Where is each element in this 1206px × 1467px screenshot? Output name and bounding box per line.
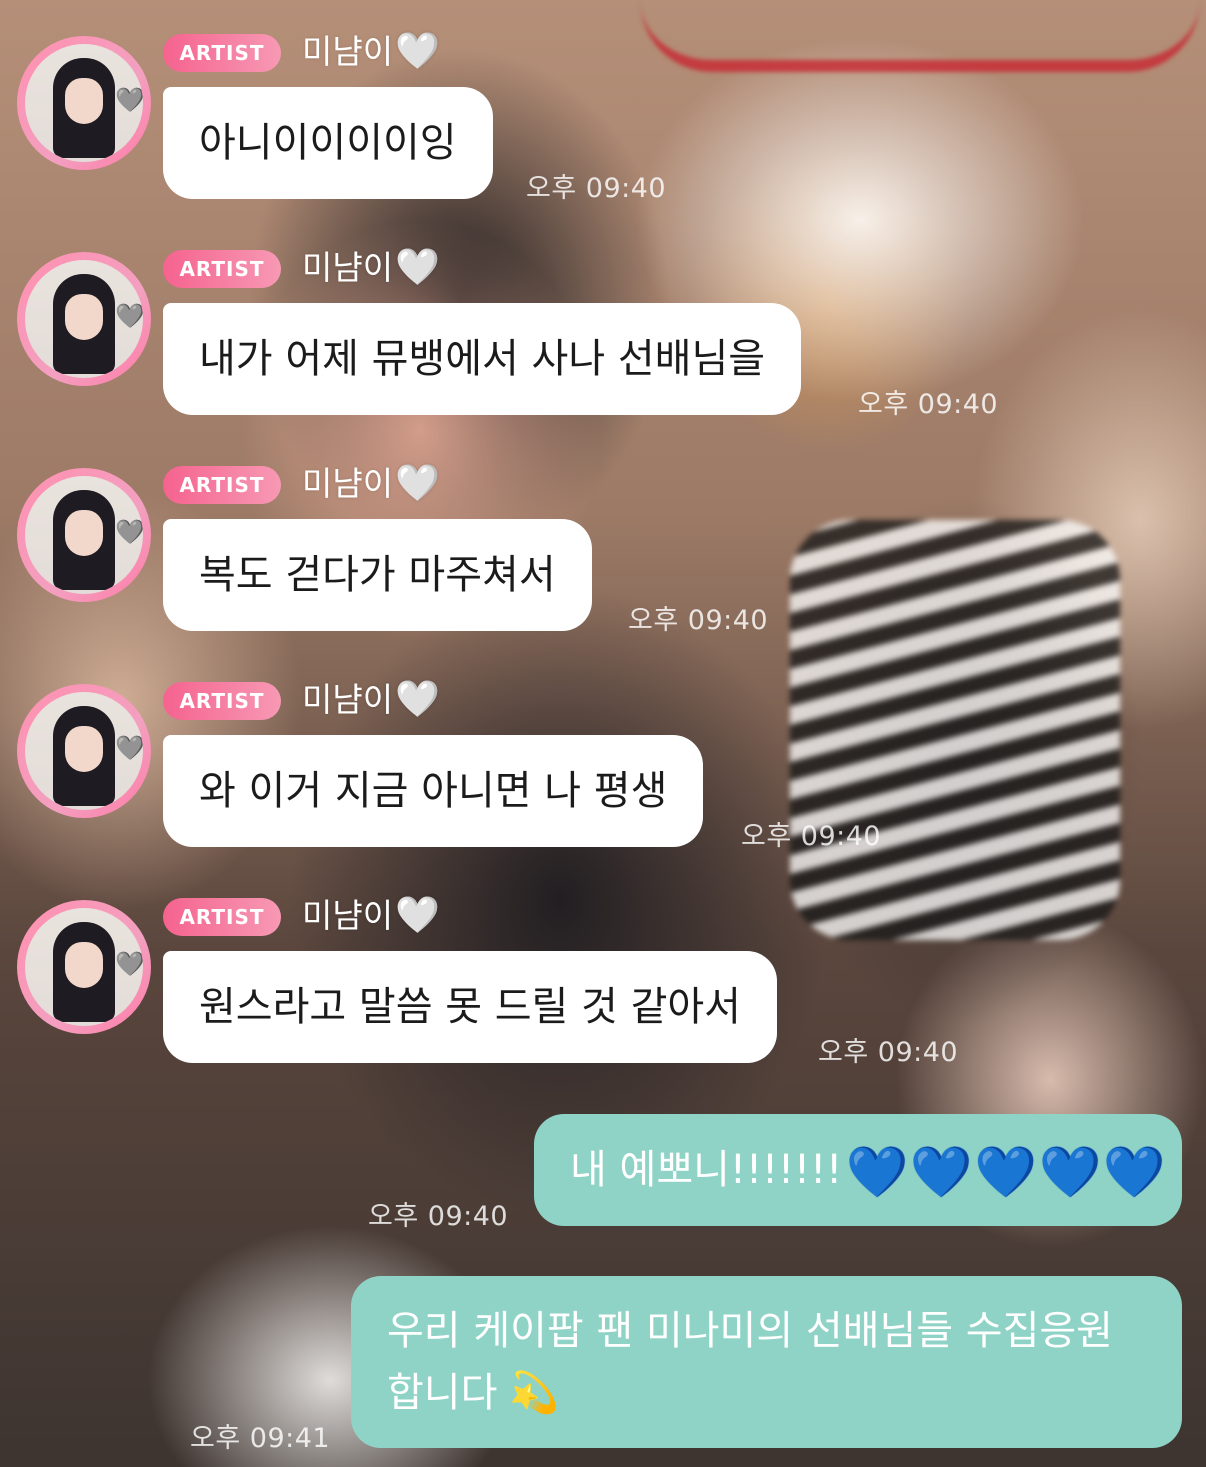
sender-name[interactable]: 미냠이🤍 (302, 244, 440, 292)
avatar-face (65, 78, 103, 124)
artist-badge: ARTIST (163, 250, 281, 288)
message-bubble[interactable]: 아니이이이이잉 (163, 87, 493, 199)
message-bubble[interactable]: 원스라고 말씀 못 드릴 것 같아서 (163, 951, 777, 1063)
message-incoming: 🩶 ARTIST 미냠이🤍 와 이거 지금 아니면 나 평생 오후 09:40 (0, 648, 1206, 864)
avatar[interactable]: 🩶 (17, 468, 151, 602)
message-bubble[interactable]: 내가 어제 뮤뱅에서 사나 선배님을 (163, 303, 802, 415)
avatar-face (65, 726, 103, 772)
white-heart-icon: 🤍 (395, 463, 440, 504)
sender-name[interactable]: 미냠이🤍 (302, 892, 440, 940)
message-bubble[interactable]: 복도 걷다가 마주쳐서 (163, 519, 592, 631)
grey-heart-icon: 🩶 (115, 734, 143, 762)
my-message-bubble[interactable]: 내 예뽀니!!!!!!!💙💙💙💙💙 (534, 1114, 1182, 1226)
message-timestamp: 오후 09:40 (628, 605, 769, 636)
dizzy-sparkle-icon: 💫 (509, 1370, 560, 1416)
grey-heart-icon: 🩶 (115, 302, 143, 330)
message-timestamp: 오후 09:40 (526, 173, 667, 204)
sender-name[interactable]: 미냠이🤍 (302, 676, 440, 724)
sender-name-text: 미냠이 (302, 248, 394, 287)
avatar-photo: 🩶 (25, 476, 143, 594)
white-heart-icon: 🤍 (395, 247, 440, 288)
sender-name-text: 미냠이 (302, 32, 394, 71)
blue-heart-icons: 💙💙💙💙💙 (846, 1114, 1167, 1228)
white-heart-icon: 🤍 (395, 31, 440, 72)
my-message-bubble[interactable]: 우리 케이팝 팬 미나미의 선배님들 수집응원 합니다 💫 (351, 1276, 1182, 1448)
avatar-photo: 🩶 (25, 908, 143, 1026)
white-heart-icon: 🤍 (395, 679, 440, 720)
sender-name-text: 미냠이 (302, 680, 394, 719)
message-timestamp: 오후 09:40 (858, 389, 999, 420)
avatar-face (65, 510, 103, 556)
message-timestamp: 오후 09:41 (190, 1423, 331, 1454)
my-message-text-line-2: 합니다 💫 (387, 1362, 1146, 1424)
grey-heart-icon: 🩶 (115, 950, 143, 978)
avatar-photo: 🩶 (25, 260, 143, 378)
message-timestamp: 오후 09:40 (741, 821, 882, 852)
white-heart-icon: 🤍 (395, 895, 440, 936)
avatar[interactable]: 🩶 (17, 684, 151, 818)
message-incoming: 🩶 ARTIST 미냠이🤍 원스라고 말씀 못 드릴 것 같아서 오후 09:4… (0, 864, 1206, 1080)
my-message-text-line: 우리 케이팝 팬 미나미의 선배님들 수집응원 (387, 1308, 1113, 1354)
message-incoming: 🩶 ARTIST 미냠이🤍 복도 걷다가 마주쳐서 오후 09:40 (0, 432, 1206, 648)
my-message-text: 합니다 (387, 1370, 498, 1416)
avatar-face (65, 942, 103, 988)
message-incoming: 🩶 ARTIST 미냠이🤍 내가 어제 뮤뱅에서 사나 선배님을 오후 09:4… (0, 216, 1206, 432)
message-timestamp: 오후 09:40 (368, 1201, 509, 1232)
avatar-face (65, 294, 103, 340)
artist-badge: ARTIST (163, 466, 281, 504)
sender-name[interactable]: 미냠이🤍 (302, 460, 440, 508)
sender-name[interactable]: 미냠이🤍 (302, 28, 440, 76)
message-timestamp: 오후 09:40 (818, 1037, 959, 1068)
artist-badge: ARTIST (163, 682, 281, 720)
message-incoming: 🩶 ARTIST 미냠이🤍 아니이이이이잉 오후 09:40 (0, 0, 1206, 216)
grey-heart-icon: 🩶 (115, 518, 143, 546)
sender-name-text: 미냠이 (302, 896, 394, 935)
avatar-photo: 🩶 (25, 692, 143, 810)
avatar[interactable]: 🩶 (17, 252, 151, 386)
blue-heart-icon: 💙💙💙💙💙 (846, 1143, 1168, 1201)
message-bubble[interactable]: 와 이거 지금 아니면 나 평생 (163, 735, 704, 847)
sender-name-text: 미냠이 (302, 464, 394, 503)
grey-heart-icon: 🩶 (115, 86, 143, 114)
artist-badge: ARTIST (163, 898, 281, 936)
avatar[interactable]: 🩶 (17, 900, 151, 1034)
artist-badge: ARTIST (163, 34, 281, 72)
avatar[interactable]: 🩶 (17, 36, 151, 170)
avatar-photo: 🩶 (25, 44, 143, 162)
my-message-text: 내 예뽀니!!!!!!! (570, 1147, 843, 1193)
